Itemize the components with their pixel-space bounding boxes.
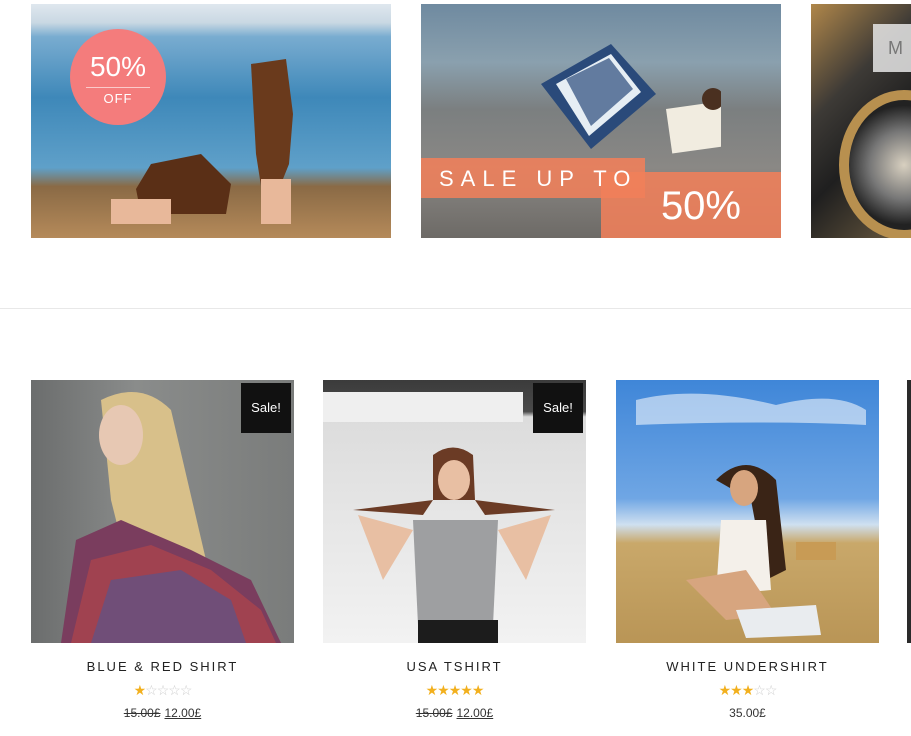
product-image[interactable]: Sale!	[323, 380, 586, 643]
star-outline-icon: ☆	[156, 682, 170, 698]
discount-badge-divider	[86, 87, 150, 88]
star-outline-icon: ☆	[753, 682, 766, 698]
star-rating: ★★★☆☆	[616, 683, 879, 697]
woman-white-undershirt-image	[636, 393, 866, 638]
old-price: 15.00£	[123, 706, 161, 720]
star-icon: ★	[437, 682, 450, 698]
regular-price: 35.00£	[729, 706, 766, 720]
star-icon: ★	[718, 682, 732, 698]
next-product-card-edge[interactable]	[907, 380, 911, 643]
sale-percent-text: 50%	[660, 184, 741, 228]
star-icon: ★	[460, 682, 473, 698]
star-outline-icon: ☆	[145, 682, 158, 698]
discount-badge-value: 50%	[89, 51, 147, 82]
star-outline-icon: ☆	[168, 682, 181, 698]
product-title[interactable]: BLUE & RED SHIRT	[31, 659, 294, 674]
star-outline-icon: ☆	[764, 682, 778, 698]
star-rating: ★☆☆☆☆	[31, 683, 294, 697]
product-price: 15.00£ 12.00£	[323, 706, 586, 720]
product-title[interactable]: WHITE UNDERSHIRT	[616, 659, 879, 674]
star-icon: ★	[425, 682, 439, 698]
star-icon: ★	[133, 682, 147, 698]
bag-illustration	[541, 44, 721, 154]
wheel-image	[839, 90, 911, 238]
star-icon: ★	[471, 682, 485, 698]
sale-badge: Sale!	[533, 383, 583, 433]
discount-badge-label: OFF	[103, 91, 133, 106]
discount-badge: 50% OFF	[70, 29, 166, 125]
promo-banner-boots[interactable]: 50% OFF	[31, 4, 391, 238]
promo-banner-car[interactable]: M	[811, 4, 911, 238]
sale-price: 12.00£	[164, 706, 202, 720]
section-divider	[0, 308, 911, 309]
old-price: 15.00£	[415, 706, 453, 720]
sale-price: 12.00£	[456, 706, 494, 720]
star-icon: ★	[730, 682, 743, 698]
product-price: 35.00£	[616, 706, 879, 720]
product-price: 15.00£ 12.00£	[31, 706, 294, 720]
product-card[interactable]: WHITE UNDERSHIRT ★★★☆☆ 35.00£	[616, 380, 879, 720]
star-icon: ★	[448, 682, 462, 698]
product-card[interactable]: Sale! USA TSHIRT ★★★★★ 15.00£ 12.00£	[323, 380, 586, 720]
star-outline-icon: ☆	[179, 682, 193, 698]
product-card[interactable]: Sale! BLUE & RED SHIRT ★☆☆☆☆ 15.00£ 12.00…	[31, 380, 294, 720]
sale-badge: Sale!	[241, 383, 291, 433]
banner-tag: M	[873, 24, 911, 72]
product-image[interactable]: Sale!	[31, 380, 294, 643]
promo-banner-bag[interactable]: SALE UP TO 50%	[421, 4, 781, 238]
star-rating: ★★★★★	[323, 683, 586, 697]
star-icon: ★	[741, 682, 755, 698]
product-title[interactable]: USA TSHIRT	[323, 659, 586, 674]
product-image[interactable]	[616, 380, 879, 643]
sale-up-to-text: SALE UP TO	[439, 166, 638, 191]
